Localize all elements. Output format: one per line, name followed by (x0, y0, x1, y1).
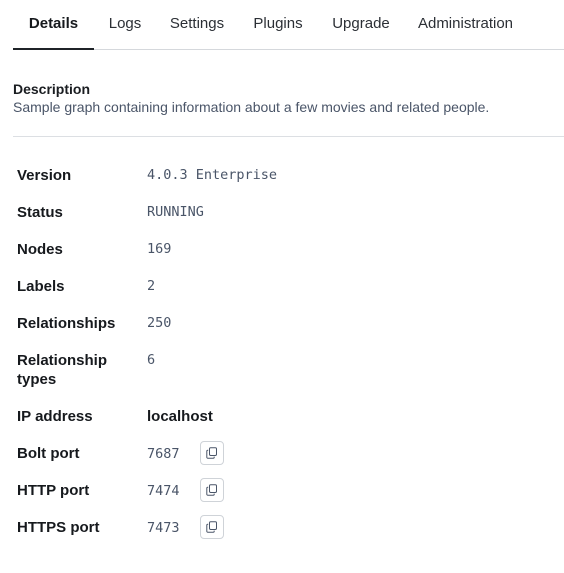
prop-row-bolt-port: Bolt port 7687 (17, 441, 557, 465)
nodes-label: Nodes (17, 241, 63, 258)
tab-bar: Details Logs Settings Plugins Upgrade Ad… (13, 0, 564, 50)
section-divider (13, 136, 564, 137)
http-port-value-wrap: 7474 (147, 478, 224, 502)
https-port-value: 7473 (147, 520, 180, 536)
description-title: Description (13, 81, 91, 97)
labels-value: 2 (147, 278, 156, 294)
ip-address-value: localhost (147, 408, 213, 425)
relationships-label: Relationships (17, 315, 116, 332)
bolt-port-value: 7687 (147, 446, 180, 462)
prop-row-nodes: Nodes 169 (17, 240, 557, 259)
status-label: Status (17, 204, 63, 221)
https-port-value-wrap: 7473 (147, 515, 224, 539)
prop-row-relationship-types: Relationship types 6 (17, 351, 557, 389)
relationship-types-value: 6 (147, 352, 156, 368)
nodes-value: 169 (147, 241, 172, 257)
http-port-copy-button[interactable] (199, 478, 224, 502)
version-label: Version (17, 167, 72, 184)
tab-administration[interactable]: Administration (408, 0, 523, 49)
tab-details[interactable]: Details (13, 0, 94, 50)
copy-icon (205, 484, 217, 496)
prop-row-ip-address: IP address localhost (17, 407, 557, 426)
http-port-value: 7474 (147, 483, 180, 499)
tab-plugins[interactable]: Plugins (239, 0, 317, 49)
prop-row-http-port: HTTP port 7474 (17, 478, 557, 502)
https-port-label: HTTPS port (17, 519, 100, 536)
ip-address-label: IP address (17, 408, 93, 425)
version-value: 4.0.3 Enterprise (147, 167, 278, 183)
copy-icon (205, 521, 217, 533)
https-port-copy-button[interactable] (199, 515, 224, 539)
http-port-label: HTTP port (17, 482, 90, 499)
prop-row-https-port: HTTPS port 7473 (17, 515, 557, 539)
prop-row-status: Status RUNNING (17, 203, 557, 222)
relationship-types-label-line1: Relationship (17, 352, 108, 369)
relationship-types-label-line2: types (17, 371, 57, 388)
tab-settings[interactable]: Settings (156, 0, 238, 49)
labels-label: Labels (17, 278, 65, 295)
relationship-types-label: Relationship types (17, 351, 147, 389)
prop-row-labels: Labels 2 (17, 277, 557, 296)
status-value: RUNNING (147, 204, 204, 220)
bolt-port-label: Bolt port (17, 445, 80, 462)
relationships-value: 250 (147, 315, 172, 331)
tab-logs[interactable]: Logs (95, 0, 155, 49)
prop-row-version: Version 4.0.3 Enterprise (17, 166, 557, 185)
copy-icon (205, 447, 217, 459)
prop-row-relationships: Relationships 250 (17, 314, 557, 333)
bolt-port-copy-button[interactable] (199, 441, 224, 465)
bolt-port-value-wrap: 7687 (147, 441, 224, 465)
description-section: Description Sample graph containing info… (13, 80, 489, 116)
tab-upgrade[interactable]: Upgrade (321, 0, 401, 49)
description-text: Sample graph containing information abou… (13, 99, 490, 115)
